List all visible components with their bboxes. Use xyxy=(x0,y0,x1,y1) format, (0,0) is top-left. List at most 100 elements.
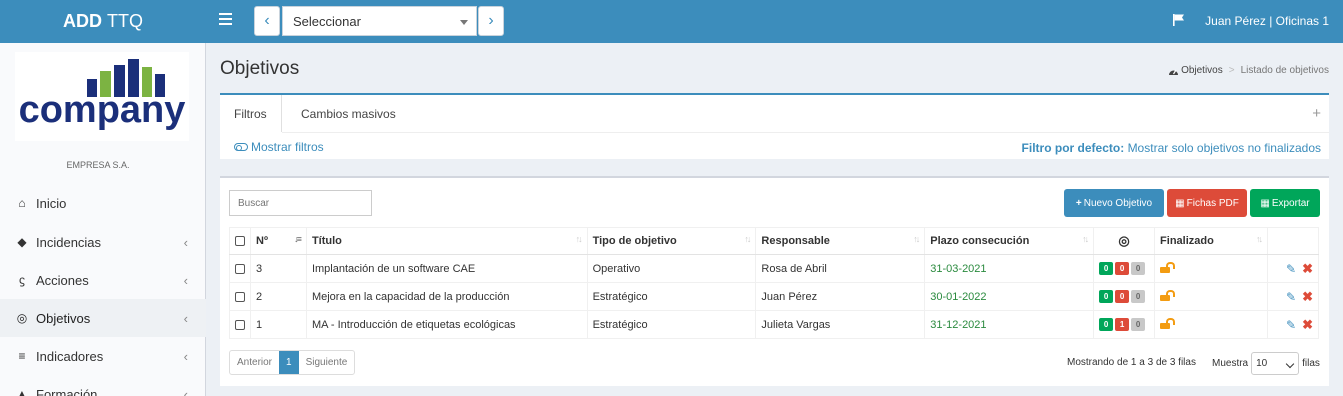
status-badge: 0 xyxy=(1131,318,1146,331)
brand-bold: ADD xyxy=(63,11,102,31)
pager-page[interactable]: 1 xyxy=(279,351,299,374)
sidebar-item-label: Objetivos xyxy=(36,310,91,326)
delete-icon[interactable]: ✖ xyxy=(1302,317,1313,332)
status-badge: 0 xyxy=(1131,290,1146,303)
select-all-checkbox[interactable] xyxy=(235,236,245,247)
column-header-actions xyxy=(1266,227,1320,255)
pager-next[interactable]: Siguiente xyxy=(299,351,355,374)
cell-badges: 000 xyxy=(1093,282,1156,311)
top-navbar: ADD TTQ ‹ Seleccionar › Juan Pérez | Ofi… xyxy=(0,0,1343,43)
cell-type: Estratégico xyxy=(586,310,757,339)
breadcrumb-separator: > xyxy=(1228,65,1235,76)
hamburger-menu-icon[interactable] xyxy=(219,13,232,27)
sidebar-item-formacion[interactable]: ▲ Formación ‹ xyxy=(0,375,206,396)
unlock-icon[interactable] xyxy=(1160,317,1176,329)
chevron-left-icon: ‹ xyxy=(183,272,188,288)
cell-date: 31-12-2021 xyxy=(924,310,1095,339)
edit-icon[interactable]: ✎ xyxy=(1286,290,1296,304)
column-header-responsable[interactable]: Responsable ↑↓ xyxy=(755,227,926,255)
chevron-right-icon[interactable]: › xyxy=(478,6,504,36)
export-button[interactable]: ▦ Exportar xyxy=(1250,189,1320,217)
delete-icon[interactable]: ✖ xyxy=(1302,261,1313,276)
column-header-finalizado[interactable]: Finalizado ↑↓ xyxy=(1154,227,1268,255)
new-objective-label: Nuevo Objetivo xyxy=(1083,197,1153,209)
sort-icon: ↑↓ xyxy=(744,234,751,244)
default-filter-value[interactable]: Mostrar solo objetivos no finalizados xyxy=(1128,141,1321,155)
sidebar-item-indicadores[interactable]: ≡ Indicadores ‹ xyxy=(0,337,206,375)
column-header-tipo[interactable]: Tipo de objetivo ↑↓ xyxy=(586,227,757,255)
row-checkbox[interactable] xyxy=(235,291,245,302)
cell-num: 2 xyxy=(250,282,307,311)
row-select-cell xyxy=(229,282,251,311)
table-info: Mostrando de 1 a 3 de 3 filas xyxy=(1067,357,1196,368)
pager-prev[interactable]: Anterior xyxy=(230,351,279,374)
row-checkbox[interactable] xyxy=(235,319,245,330)
edit-icon[interactable]: ✎ xyxy=(1286,262,1296,276)
column-header-titulo[interactable]: Título ↑↓ xyxy=(305,227,588,255)
sidebar-item-objetivos[interactable]: ◎ Objetivos ‹ xyxy=(0,299,206,337)
sidebar-item-inicio[interactable]: ⌂ Inicio xyxy=(0,184,206,222)
chevron-left-icon[interactable]: ‹ xyxy=(254,6,280,36)
sidebar-item-acciones[interactable]: ϛ Acciones ‹ xyxy=(0,261,206,299)
brand-rest: TTQ xyxy=(107,11,143,31)
status-badge: 1 xyxy=(1115,318,1130,331)
unlock-icon[interactable] xyxy=(1160,261,1176,273)
cell-title: MA - Introducción de etiquetas ecológica… xyxy=(305,310,588,339)
cell-finalizado xyxy=(1154,254,1268,283)
home-icon: ⌂ xyxy=(18,196,26,210)
cell-owner: Julieta Vargas xyxy=(755,310,926,339)
edit-icon[interactable]: ✎ xyxy=(1286,318,1296,332)
row-select-cell xyxy=(229,254,251,283)
sidebar-item-incidencias[interactable]: ◆ Incidencias ‹ xyxy=(0,223,206,261)
pdf-button[interactable]: ▦ Fichas PDF xyxy=(1167,189,1247,217)
context-select[interactable]: Seleccionar xyxy=(282,6,477,36)
row-checkbox[interactable] xyxy=(235,263,245,274)
tab-filtros[interactable]: Filtros xyxy=(220,95,282,132)
bolt-icon: ϛ xyxy=(19,273,25,287)
cell-type: Operativo xyxy=(586,254,757,283)
file-excel-icon: ▦ xyxy=(1260,197,1270,209)
cell-badges: 000 xyxy=(1093,254,1156,283)
pagination: Anterior 1 Siguiente xyxy=(229,350,356,375)
column-header-num[interactable]: Nº ↓≡ xyxy=(250,227,307,255)
cell-type: Estratégico xyxy=(586,282,757,311)
page-length-select[interactable]: 10 xyxy=(1251,352,1300,375)
breadcrumb-item[interactable]: Objetivos xyxy=(1181,65,1223,76)
sort-icon: ↑↓ xyxy=(575,234,583,244)
sidebar-item-label: Incidencias xyxy=(36,234,102,250)
show-filters-label: Mostrar filtros xyxy=(251,140,324,154)
sidebar-item-label: Formación xyxy=(36,386,98,396)
table-row[interactable]: 2 Mejora en la capacidad de la producció… xyxy=(229,282,1320,311)
new-objective-button[interactable]: + Nuevo Objetivo xyxy=(1064,189,1164,217)
app-brand[interactable]: ADD TTQ xyxy=(0,0,206,43)
unlock-icon[interactable] xyxy=(1160,289,1176,301)
user-menu[interactable]: Juan Pérez | Oficinas 1 xyxy=(1205,14,1329,28)
pdf-label: Fichas PDF xyxy=(1186,197,1239,209)
caret-down-icon xyxy=(460,20,468,25)
search-input[interactable] xyxy=(229,190,372,216)
target-icon: ◎ xyxy=(16,311,28,325)
status-badge: 0 xyxy=(1099,290,1114,303)
cell-finalizado xyxy=(1154,310,1268,339)
expand-plus-icon[interactable]: + xyxy=(1312,105,1321,122)
breadcrumb: Objetivos > Listado de objetivos xyxy=(1168,65,1329,76)
company-logo: company xyxy=(15,52,189,141)
cell-owner: Rosa de Abril xyxy=(755,254,926,283)
delete-icon[interactable]: ✖ xyxy=(1302,289,1313,304)
cell-num: 1 xyxy=(250,310,307,339)
column-header-plazo[interactable]: Plazo consecución ↑↓ xyxy=(924,227,1095,255)
flag-icon[interactable] xyxy=(1172,13,1186,27)
tab-cambios-masivos[interactable]: Cambios masivos xyxy=(287,95,410,132)
sidebar-item-label: Indicadores xyxy=(36,348,104,364)
table-row[interactable]: 1 MA - Introducción de etiquetas ecológi… xyxy=(229,310,1320,339)
page-length-prefix: Muestra xyxy=(1212,358,1249,369)
sort-desc-icon: ↓≡ xyxy=(294,234,302,244)
toggle-icon xyxy=(234,143,248,151)
show-filters-toggle[interactable]: Mostrar filtros xyxy=(234,140,324,154)
cell-title: Mejora en la capacidad de la producción xyxy=(305,282,588,311)
context-select-value: Seleccionar xyxy=(293,14,361,29)
table-row[interactable]: 3 Implantación de un software CAE Operat… xyxy=(229,254,1320,283)
cell-actions: ✎ ✖ xyxy=(1266,310,1320,339)
table-header-row: Nº ↓≡ Título ↑↓ Tipo de objetivo ↑↓ Respons… xyxy=(229,227,1320,255)
sort-icon: ↑↓ xyxy=(1082,234,1089,244)
